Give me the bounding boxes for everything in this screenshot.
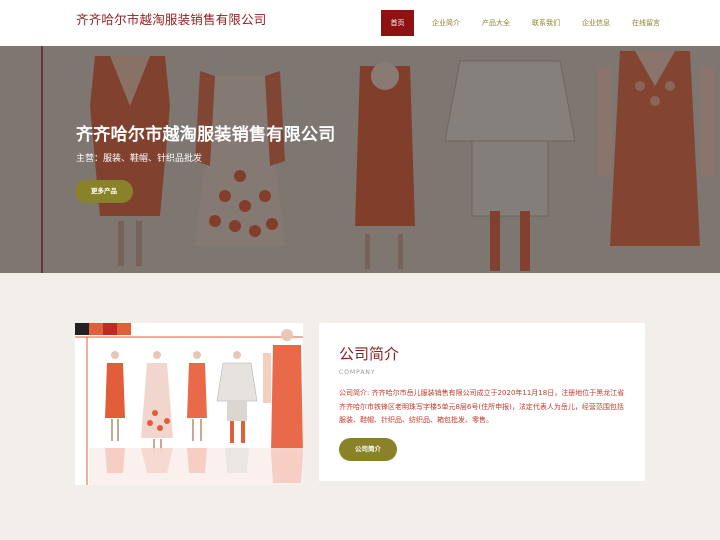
company-profile-button[interactable]: 公司简介	[339, 438, 397, 461]
about-description: 公司简介: 齐齐哈尔市岳儿服装销售有限公司成立于2020年11月18日，注册地位…	[339, 389, 625, 424]
site-header: 齐齐哈尔市越淘服装销售有限公司 首页 企业简介 产品大全 联系我们 企业信息 在…	[0, 0, 720, 46]
about-card: 公司简介 COMPANY 公司简介: 齐齐哈尔市岳儿服装销售有限公司成立于202…	[319, 323, 645, 481]
nav-item-company-info[interactable]: 企业信息	[573, 10, 619, 36]
nav-item-message[interactable]: 在线留言	[623, 10, 669, 36]
nav-item-home[interactable]: 首页	[381, 10, 414, 36]
about-subtitle-en: COMPANY	[339, 369, 376, 376]
main-nav: 首页 企业简介 产品大全 联系我们 企业信息 在线留言	[381, 10, 673, 36]
more-products-button[interactable]: 更多产品	[75, 180, 133, 203]
hero-title: 齐齐哈尔市越淘服装销售有限公司	[76, 125, 336, 145]
fashion-illustration-image	[75, 323, 303, 485]
nav-item-contact[interactable]: 联系我们	[523, 10, 569, 36]
nav-item-products[interactable]: 产品大全	[473, 10, 519, 36]
site-logo-text[interactable]: 齐齐哈尔市越淘服装销售有限公司	[76, 9, 267, 28]
about-image	[75, 323, 303, 485]
about-title: 公司简介	[339, 345, 400, 363]
hero-subtitle: 主营：服装、鞋帽、针织品批发	[76, 154, 203, 164]
nav-item-about[interactable]: 企业简介	[423, 10, 469, 36]
hero-banner: 齐齐哈尔市越淘服装销售有限公司 主营：服装、鞋帽、针织品批发 更多产品	[0, 46, 720, 273]
